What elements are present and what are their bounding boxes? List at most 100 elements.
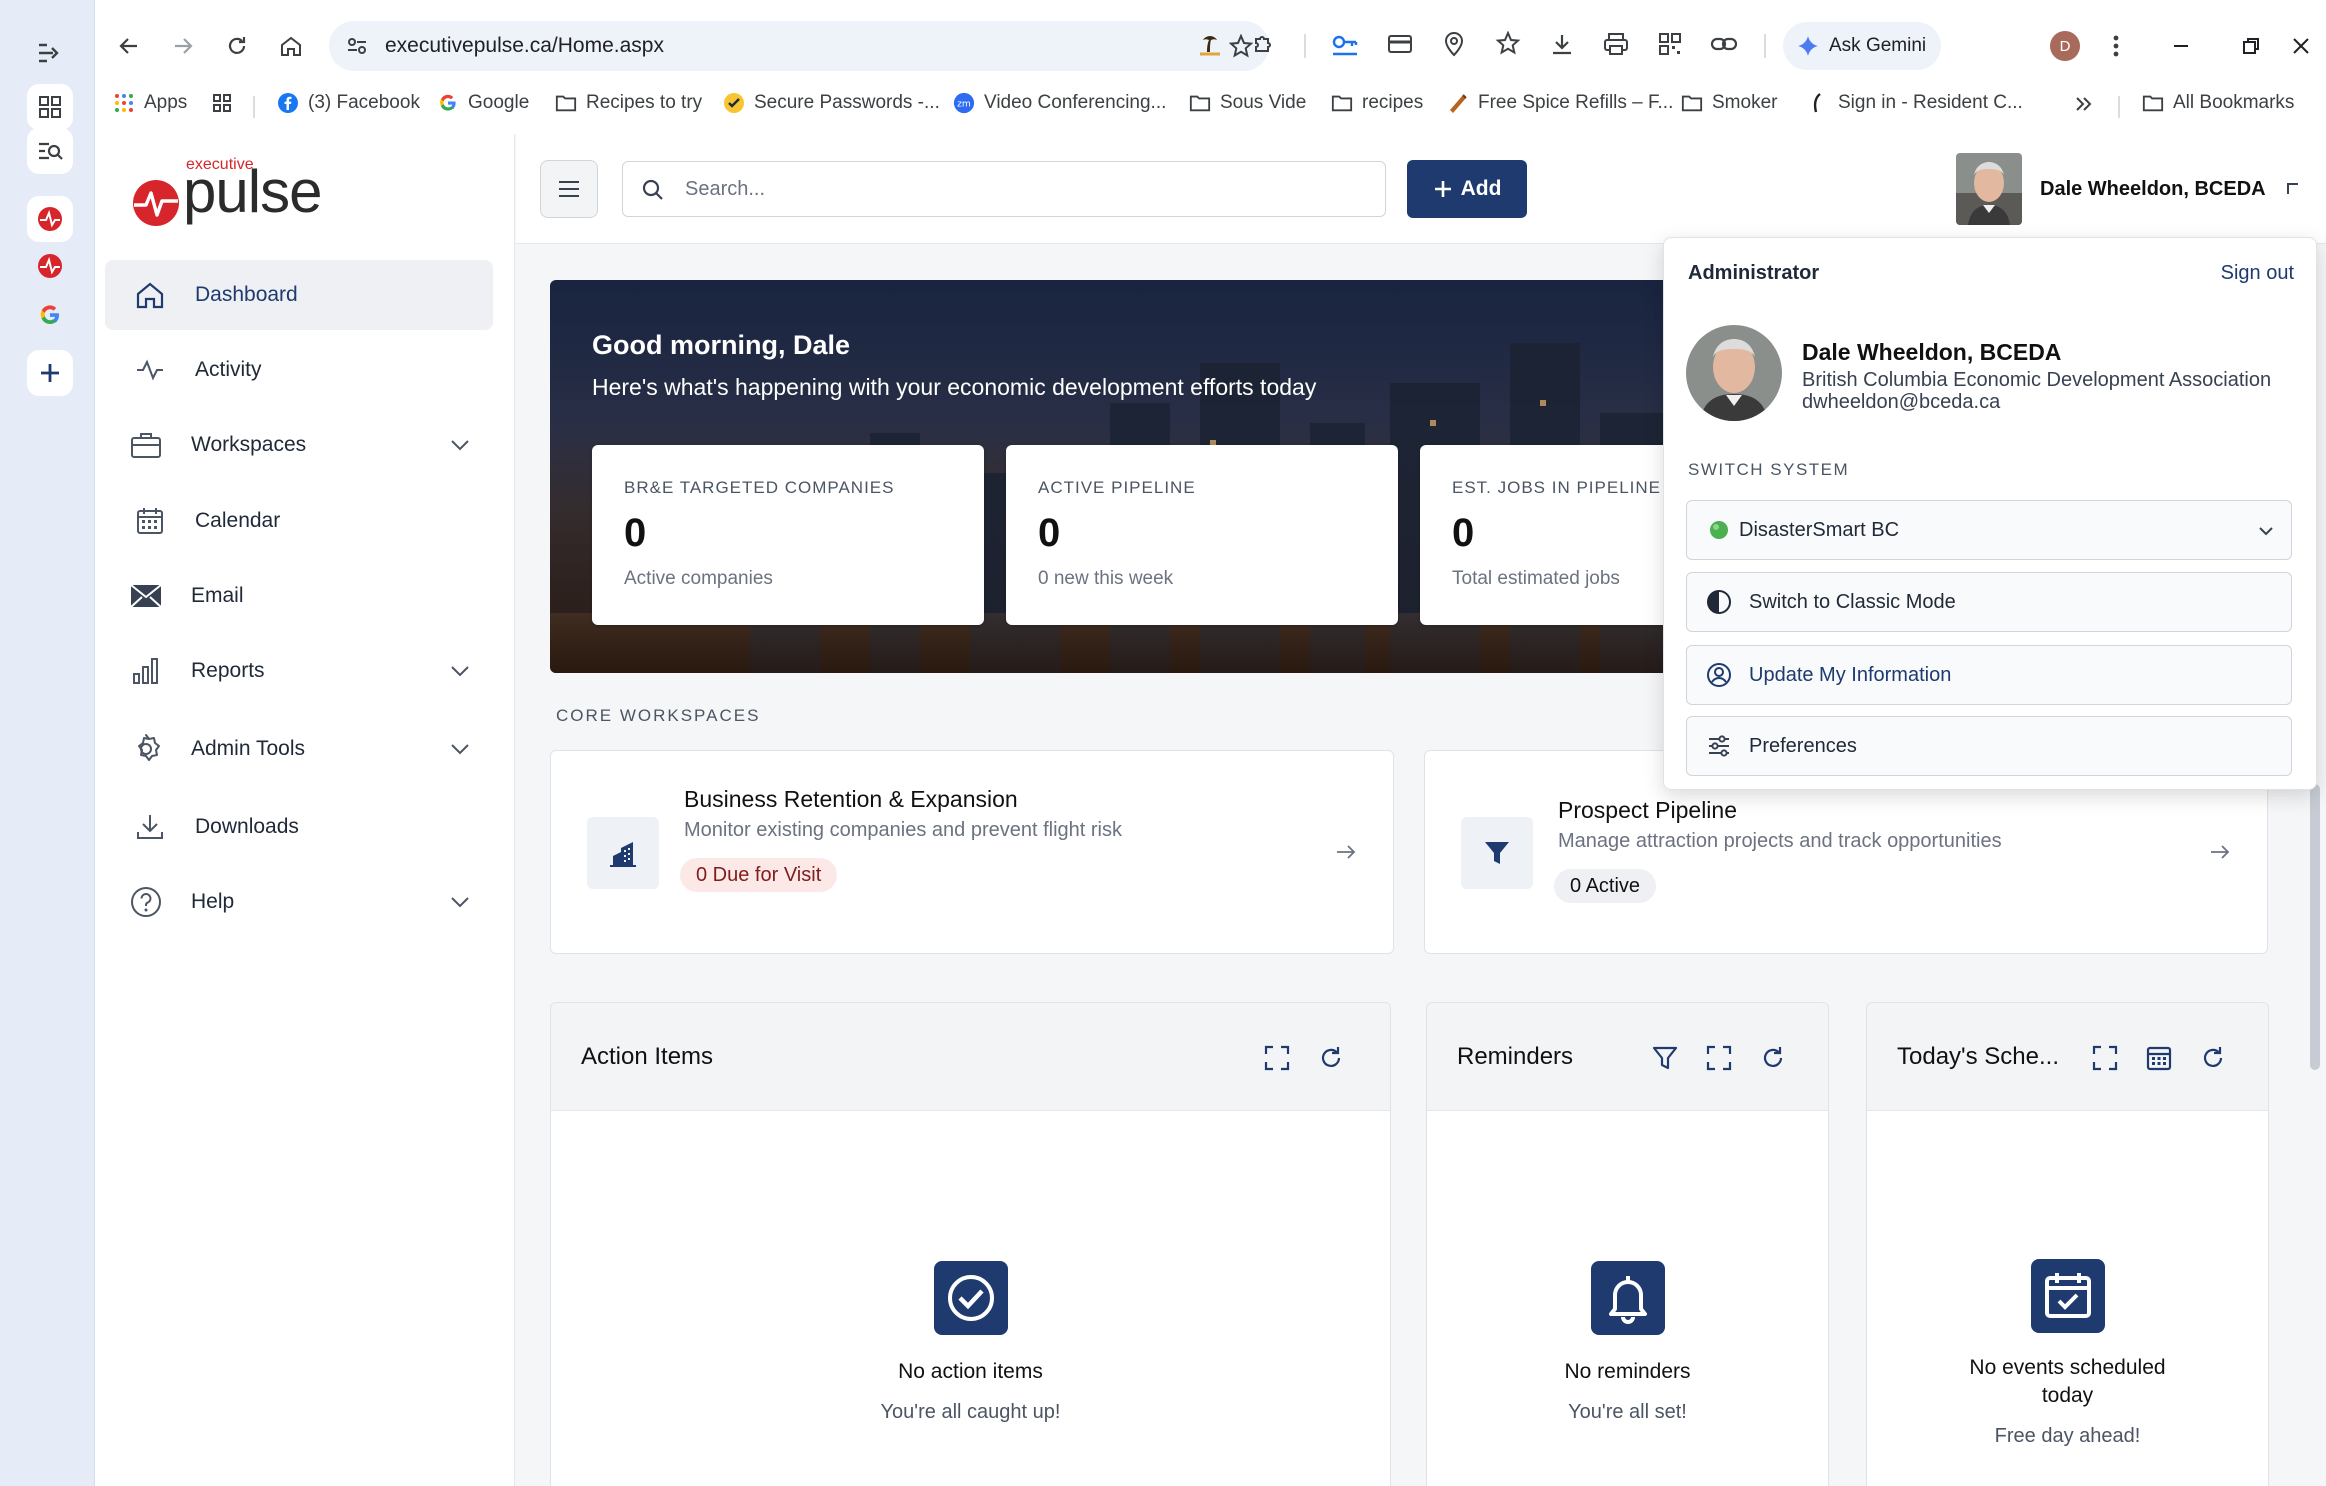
extensions-puzzle-icon[interactable] [1247,27,1281,61]
more-bookmarks-icon[interactable] [2073,94,2093,114]
greeting-heading: Good morning, Dale [592,330,851,360]
scrollbar-thumb[interactable] [2310,784,2320,1070]
pulse-tab-icon[interactable] [27,196,73,242]
stat-card-est-jobs[interactable]: EST. JOBS IN PIPELINE 0 Total estimated … [1420,445,1680,625]
folder-icon [1189,92,1211,114]
reload-icon[interactable] [217,26,257,66]
google-icon [437,92,459,114]
funnel-icon [1461,817,1533,889]
close-window-icon[interactable] [2281,26,2321,66]
expand-icon[interactable] [2091,1044,2119,1072]
apps-icon[interactable] [27,84,73,130]
expand-icon[interactable] [1263,1044,1291,1072]
update-my-information-button[interactable]: Update My Information [1686,645,2292,705]
site-settings-icon[interactable] [345,34,369,58]
bookmark-grid[interactable] [211,92,233,114]
nav-activity[interactable]: Activity [105,335,493,405]
calendar-view-icon[interactable] [2145,1044,2173,1072]
bookmark-video-conferencing[interactable]: zm Video Conferencing... [953,92,1166,114]
home-browser-icon[interactable] [271,26,311,66]
password-key-icon[interactable] [1328,27,1362,61]
bookmark-sous-vide[interactable]: Sous Vide [1189,92,1306,114]
search-icon [641,178,665,202]
executive-pulse-logo[interactable]: executive pulse [131,156,341,232]
more-menu-icon[interactable] [2096,26,2136,66]
selected-system: DisasterSmart BC [1739,518,1900,541]
nav-workspaces[interactable]: Workspaces [105,410,493,480]
tab-search-icon[interactable] [27,30,73,76]
location-pin-icon[interactable] [1437,27,1471,61]
nav-calendar[interactable]: Calendar [105,486,493,556]
minimize-icon[interactable] [2161,26,2201,66]
google-tab-icon[interactable] [27,292,73,338]
empty-state-title: No events scheduled [1969,1356,2166,1379]
chevron-down-icon[interactable] [447,432,473,458]
back-icon[interactable] [109,26,149,66]
bookmark-smoker[interactable]: Smoker [1681,92,1777,114]
search-input[interactable] [685,174,1365,204]
print-icon[interactable] [1599,27,1633,61]
pulse-tab-2-icon[interactable] [27,243,73,289]
bookmark-apps[interactable]: Apps [113,92,187,114]
contrast-icon [1705,588,1733,616]
forward-icon[interactable] [163,26,203,66]
user-menu-button[interactable]: Dale Wheeldon, BCEDA [1956,152,2316,226]
nav-downloads[interactable]: Downloads [105,792,493,862]
refresh-icon[interactable] [1317,1044,1345,1072]
folder-icon [1331,92,1353,114]
workspace-desc: Monitor existing companies and prevent f… [684,819,1122,841]
empty-state-title: No action items [898,1360,1043,1383]
chevron-down-icon[interactable] [447,889,473,915]
zoom-icon: zm [953,92,975,114]
menu-toggle-button[interactable] [540,160,598,218]
extension-island-icon[interactable] [1193,27,1227,61]
sliders-icon [1705,732,1733,760]
favorites-star-icon[interactable] [1491,27,1525,61]
address-bar[interactable]: executivepulse.ca/Home.aspx [329,21,1269,71]
chevron-down-icon[interactable] [447,658,473,684]
stat-card-bre-targeted[interactable]: BR&E TARGETED COMPANIES 0 Active compani… [592,445,984,625]
download-browser-icon[interactable] [1545,27,1579,61]
expand-icon[interactable] [1705,1044,1733,1072]
bookmark-recipes[interactable]: recipes [1331,92,1423,114]
switch-system-select[interactable]: DisasterSmart BC [1686,500,2292,560]
stat-card-active-pipeline[interactable]: ACTIVE PIPELINE 0 0 new this week [1006,445,1398,625]
all-bookmarks[interactable]: All Bookmarks [2142,92,2294,114]
bookmark-facebook[interactable]: (3) Facebook [277,92,420,114]
workspace-card-bre[interactable]: Business Retention & Expansion Monitor e… [550,750,1394,954]
plus-icon [1434,181,1451,197]
switch-classic-mode-button[interactable]: Switch to Classic Mode [1686,572,2292,632]
restore-icon[interactable] [2231,26,2271,66]
bookmark-google[interactable]: Google [437,92,529,114]
preferences-button[interactable]: Preferences [1686,716,2292,776]
filter-icon[interactable] [1651,1044,1679,1072]
link-icon[interactable] [1707,27,1741,61]
switch-system-label: SWITCH SYSTEM [1688,460,1850,479]
arrow-right-icon[interactable] [1333,839,1359,865]
bookmark-sign-in-resident[interactable]: Sign in - Resident C... [1807,92,2023,114]
add-button[interactable]: Add [1407,160,1527,218]
refresh-icon[interactable] [1759,1044,1787,1072]
chevron-down-icon[interactable] [447,736,473,762]
bookmark-free-spice-refills[interactable]: Free Spice Refills – F... [1447,92,1673,114]
app-header: Add Dale Wheeldon, BCEDA [516,134,2326,244]
nav-email[interactable]: Email [105,561,493,631]
sign-out-link[interactable]: Sign out [2221,262,2294,285]
search-box[interactable] [622,161,1386,217]
spice-icon [1447,92,1469,114]
profile-avatar[interactable]: D [2050,31,2080,61]
refresh-icon[interactable] [2199,1044,2227,1072]
reading-list-icon[interactable] [27,128,73,174]
nav-dashboard[interactable]: Dashboard [105,260,493,330]
nav-admin-tools[interactable]: Admin Tools [105,714,493,784]
qr-code-icon[interactable] [1653,27,1687,61]
payment-card-icon[interactable] [1383,27,1417,61]
url-text[interactable]: executivepulse.ca/Home.aspx [385,34,664,58]
nav-help[interactable]: Help [105,867,493,937]
bookmark-recipes-to-try[interactable]: Recipes to try [555,92,702,114]
ask-gemini-button[interactable]: Ask Gemini [1783,22,1941,70]
bookmark-secure-passwords[interactable]: Secure Passwords -... [723,92,940,114]
nav-reports[interactable]: Reports [105,636,493,706]
add-tab-icon[interactable] [27,350,73,396]
arrow-right-icon[interactable] [2207,839,2233,865]
